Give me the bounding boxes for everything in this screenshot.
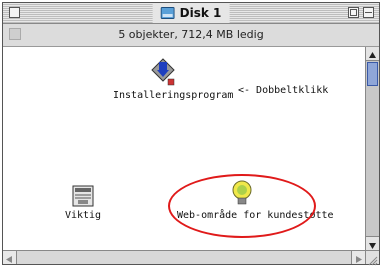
installer-icon[interactable] <box>150 57 176 87</box>
double-click-note: <- Dobbeltklikk <box>238 85 329 96</box>
arrow-up-icon <box>369 52 376 58</box>
highlight-ellipse <box>168 174 316 238</box>
installer-item[interactable]: Installeringsprogram <box>113 57 234 101</box>
document-icon[interactable] <box>72 185 94 207</box>
scroll-up-arrow[interactable] <box>366 47 379 61</box>
resize-grip-icon <box>368 256 378 266</box>
zoom-box[interactable] <box>348 7 359 18</box>
title-bar[interactable]: Disk 1 <box>3 3 379 24</box>
installer-label: Installeringsprogram <box>113 90 234 101</box>
close-box[interactable] <box>9 7 20 18</box>
disk-icon <box>160 7 175 19</box>
important-item[interactable]: Viktig <box>58 185 108 221</box>
scroll-thumb[interactable] <box>367 62 378 86</box>
scroll-down-arrow[interactable] <box>366 236 379 250</box>
disk-info: 5 objekter, 712,4 MB ledig <box>118 28 264 41</box>
title-wrap: Disk 1 <box>152 3 230 23</box>
important-label: Viktig <box>64 210 102 221</box>
resize-grip[interactable] <box>365 250 379 266</box>
arrow-left-icon <box>6 256 12 263</box>
arrow-right-icon <box>356 256 362 263</box>
window-content: Installeringsprogram <- Dobbeltklikk Vik… <box>3 47 365 250</box>
finder-window: Disk 1 5 objekter, 712,4 MB ledig Instal… <box>2 2 380 266</box>
vertical-scrollbar[interactable] <box>365 47 379 250</box>
window-title: Disk 1 <box>179 6 222 20</box>
scroll-right-arrow[interactable] <box>351 251 365 264</box>
horizontal-scrollbar[interactable] <box>3 250 365 264</box>
info-bar: 5 objekter, 712,4 MB ledig <box>3 24 379 47</box>
scroll-left-arrow[interactable] <box>3 251 17 264</box>
collapse-box[interactable] <box>363 7 374 18</box>
